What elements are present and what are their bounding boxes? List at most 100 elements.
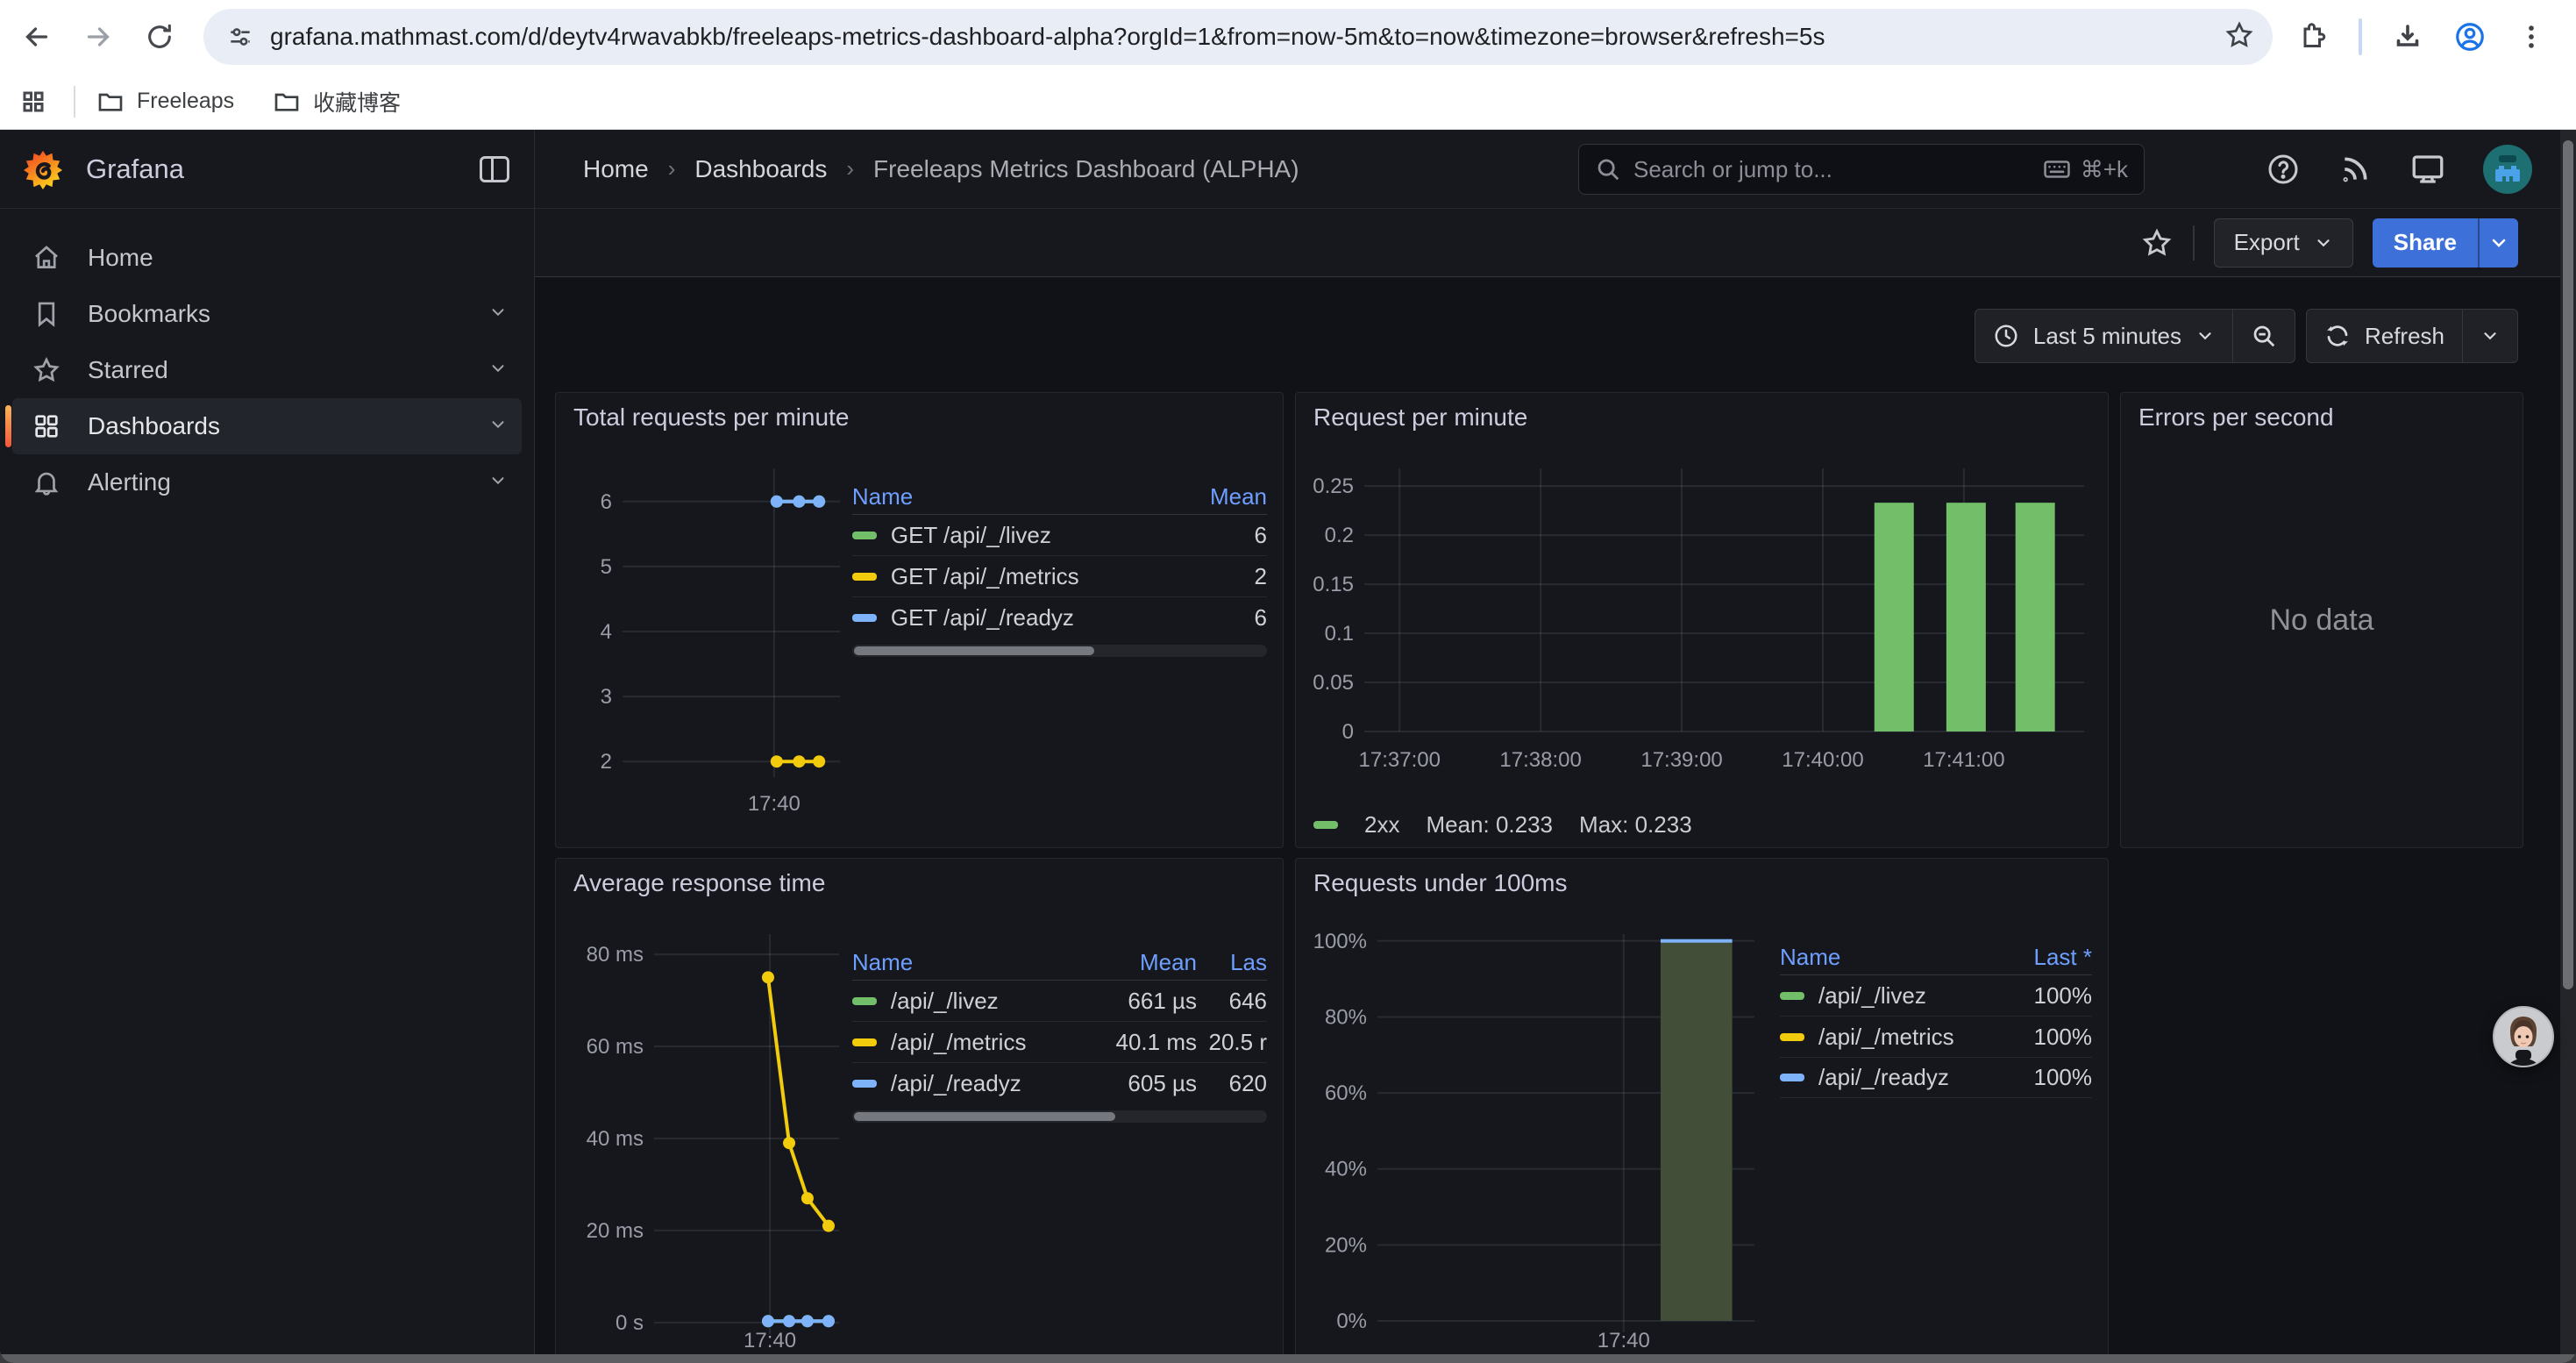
folder-icon: [273, 88, 301, 116]
reload-icon[interactable]: [135, 12, 184, 61]
assistant-avatar[interactable]: [2493, 1006, 2554, 1067]
legend-value: 6: [1188, 522, 1267, 549]
svg-text:60 ms: 60 ms: [587, 1035, 644, 1059]
downloads-icon[interactable]: [2392, 21, 2423, 53]
chevron-down-icon[interactable]: [488, 468, 508, 496]
sidebar-item-starred[interactable]: Starred: [12, 342, 522, 398]
chart-request-per-minute: 0.250.20.150.10.05017:37:0017:38:0017:39…: [1308, 442, 2097, 803]
bookmark-folder-blogs[interactable]: 收藏博客: [273, 86, 401, 118]
sidebar-item-home[interactable]: Home: [12, 230, 522, 286]
legend-col-name[interactable]: Name: [852, 483, 1188, 510]
panel-errors-per-second: Errors per second No data: [2120, 392, 2523, 848]
sidebar-collapse-icon[interactable]: [480, 156, 509, 182]
bookmark-star-icon[interactable]: [2224, 19, 2255, 55]
panel-title[interactable]: Total requests per minute: [556, 393, 1283, 442]
svg-text:0 s: 0 s: [616, 1311, 644, 1335]
panel-title[interactable]: Request per minute: [1296, 393, 2108, 442]
profile-icon[interactable]: [2453, 20, 2487, 54]
bookmark-folder-freeleaps[interactable]: Freeleaps: [96, 88, 234, 116]
time-controls: Last 5 minutes Refresh: [1975, 309, 2518, 363]
folder-icon: [96, 88, 125, 116]
refresh-icon: [2324, 323, 2351, 349]
sidebar-item-bookmarks[interactable]: Bookmarks: [12, 286, 522, 342]
site-settings-icon[interactable]: [226, 23, 254, 51]
legend-series-name[interactable]: /api/_/metrics: [852, 1029, 1083, 1056]
legend-row: /api/_/readyz605 µs620: [852, 1062, 1267, 1103]
search-placeholder: Search or jump to...: [1633, 156, 2042, 183]
news-rss-icon[interactable]: [2338, 152, 2373, 187]
chevron-down-icon[interactable]: [488, 412, 508, 440]
svg-text:0%: 0%: [1336, 1309, 1367, 1333]
help-icon[interactable]: [2266, 152, 2301, 187]
legend-series-name[interactable]: GET /api/_/readyz: [852, 604, 1188, 632]
chevron-down-icon[interactable]: [488, 300, 508, 328]
share-button[interactable]: Share: [2373, 218, 2478, 268]
panel-title[interactable]: Average response time: [556, 859, 1283, 908]
legend-value: 2: [1188, 563, 1267, 590]
legend-series-name[interactable]: /api/_/metrics: [1780, 1024, 1996, 1051]
legend-col-name[interactable]: Name: [852, 949, 1083, 976]
legend-series-name[interactable]: GET /api/_/livez: [852, 522, 1188, 549]
user-avatar[interactable]: [2483, 145, 2532, 194]
legend-row: GET /api/_/readyz6: [852, 596, 1267, 638]
menu-kebab-icon[interactable]: [2516, 22, 2546, 52]
legend-series-name[interactable]: /api/_/livez: [1780, 982, 1996, 1010]
time-range-picker[interactable]: Last 5 minutes: [1975, 310, 2232, 362]
address-bar[interactable]: grafana.mathmast.com/d/deytv4rwavabkb/fr…: [203, 9, 2273, 65]
panel-title[interactable]: Requests under 100ms: [1296, 859, 2108, 908]
legend-series-name[interactable]: /api/_/livez: [852, 988, 1083, 1015]
legend-series-name[interactable]: 2xx: [1364, 811, 1399, 838]
search-input[interactable]: Search or jump to... ⌘+k: [1578, 144, 2145, 195]
svg-text:17:40:00: 17:40:00: [1782, 748, 1863, 772]
url-text[interactable]: grafana.mathmast.com/d/deytv4rwavabkb/fr…: [270, 23, 2224, 51]
favorite-star-icon[interactable]: [2140, 226, 2174, 260]
svg-text:3: 3: [601, 685, 612, 709]
svg-text:20%: 20%: [1325, 1233, 1367, 1257]
dashboard-toolbar: Export Share: [535, 209, 2576, 277]
legend-col-last[interactable]: Last *: [1996, 944, 2092, 971]
panel-total-requests: Total requests per minute 6543217:40 Nam…: [555, 392, 1284, 848]
forward-icon[interactable]: [74, 12, 123, 61]
grafana-logo[interactable]: [23, 149, 63, 189]
zoom-out-button[interactable]: [2232, 310, 2295, 362]
legend-col-mean[interactable]: Mean: [1083, 949, 1197, 976]
monitor-icon[interactable]: [2409, 151, 2446, 188]
legend-col-mean[interactable]: Mean: [1188, 483, 1267, 510]
legend-series-name[interactable]: /api/_/readyz: [1780, 1064, 1996, 1091]
legend-value: 661 µs: [1083, 988, 1197, 1015]
apps-grid-icon[interactable]: [9, 77, 58, 126]
legend-row: GET /api/_/metrics2: [852, 555, 1267, 596]
svg-text:40 ms: 40 ms: [587, 1127, 644, 1151]
legend-total-requests: NameMeanGET /api/_/livez6GET /api/_/metr…: [852, 442, 1270, 828]
horizontal-scrollbar[interactable]: [0, 1354, 2576, 1363]
refresh-group: Refresh: [2306, 309, 2518, 363]
legend-row: /api/_/metrics40.1 ms20.5 r: [852, 1021, 1267, 1062]
breadcrumb-home[interactable]: Home: [583, 155, 649, 183]
svg-text:17:40: 17:40: [1598, 1329, 1650, 1352]
vertical-scrollbar-thumb[interactable]: [2563, 140, 2573, 989]
legend-scrollbar[interactable]: [852, 645, 1267, 657]
breadcrumb-dashboards[interactable]: Dashboards: [694, 155, 827, 183]
grafana-sidebar: Grafana HomeBookmarksStarredDashboardsAl…: [0, 130, 535, 1354]
sidebar-item-alerting[interactable]: Alerting: [12, 454, 522, 510]
vertical-scrollbar[interactable]: [2560, 130, 2576, 1354]
legend-series-name[interactable]: /api/_/readyz: [852, 1070, 1083, 1097]
refresh-button[interactable]: Refresh: [2307, 310, 2462, 362]
refresh-interval-button[interactable]: [2462, 310, 2517, 362]
legend-col-las[interactable]: Las: [1197, 949, 1267, 976]
sidebar-item-dashboards[interactable]: Dashboards: [12, 398, 522, 454]
extensions-icon[interactable]: [2297, 21, 2329, 53]
legend-swatch: [1780, 1074, 1804, 1081]
legend-series-name[interactable]: GET /api/_/metrics: [852, 563, 1188, 590]
chevron-down-icon[interactable]: [488, 356, 508, 384]
legend-swatch: [852, 573, 877, 581]
legend-scrollbar[interactable]: [852, 1110, 1267, 1123]
back-icon[interactable]: [12, 12, 61, 61]
svg-text:80 ms: 80 ms: [587, 943, 644, 967]
legend-col-name[interactable]: Name: [1780, 944, 1996, 971]
svg-text:80%: 80%: [1325, 1005, 1367, 1029]
search-icon: [1595, 156, 1621, 182]
export-button[interactable]: Export: [2214, 218, 2353, 268]
share-menu-button[interactable]: [2478, 218, 2518, 268]
time-range-group: Last 5 minutes: [1975, 309, 2295, 363]
